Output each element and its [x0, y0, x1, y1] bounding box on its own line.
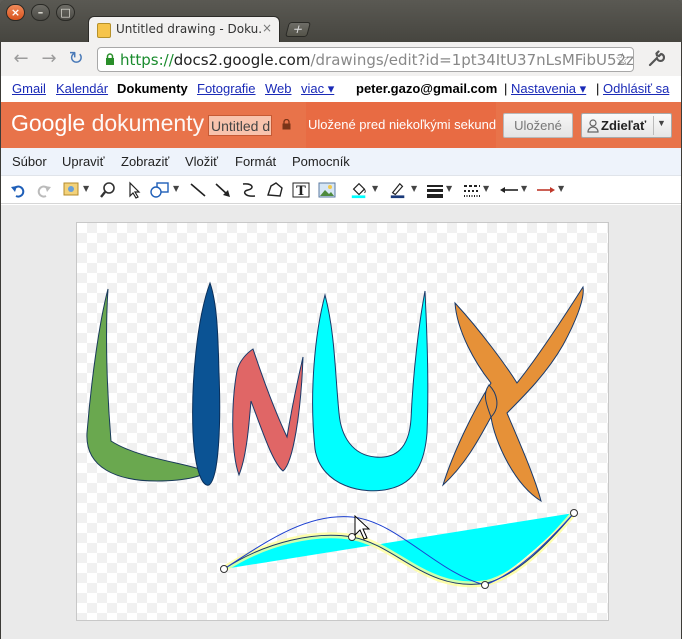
curve-fill-shape[interactable] — [224, 513, 574, 585]
drawing-toolbar: ▼ ▼ T ▼ ▼ ▼ ▼ ▼ ▼ — [1, 176, 681, 204]
share-divider — [653, 116, 654, 135]
select-arrow-icon[interactable] — [126, 181, 142, 199]
curve-handle[interactable] — [481, 581, 489, 589]
tab-title: Untitled drawing - Doku... — [116, 22, 261, 36]
gbar-link-signout[interactable]: Odhlásiť sa — [603, 81, 669, 96]
letter-l-shape[interactable] — [86, 288, 206, 482]
new-tab-button[interactable]: + — [284, 22, 312, 37]
undo-icon[interactable] — [10, 181, 26, 199]
arrow-icon[interactable] — [214, 181, 232, 199]
gbar-separator: | — [504, 81, 508, 96]
web-page: Gmail Kalendár Dokumenty Fotografie Web … — [1, 76, 681, 639]
document-title: Untitled d — [211, 118, 271, 134]
zoom-icon[interactable] — [99, 181, 117, 199]
bookmark-star-icon[interactable]: ☆ — [615, 50, 630, 70]
tab-close-icon[interactable]: × — [262, 21, 272, 35]
line-color-icon[interactable] — [388, 181, 408, 199]
menu-help[interactable]: Pomocník — [292, 154, 350, 169]
shape-icon[interactable] — [150, 181, 170, 199]
letter-i-shape[interactable] — [192, 281, 221, 486]
menu-insert[interactable]: Vložiť — [185, 154, 218, 169]
letter-n-shape[interactable] — [232, 348, 304, 477]
gbar-link-web[interactable]: Web — [265, 81, 292, 96]
menu-edit[interactable]: Upraviť — [62, 154, 104, 169]
polyline-icon[interactable] — [266, 181, 284, 199]
drawing-workspace — [1, 205, 681, 639]
line-dash-icon[interactable] — [463, 181, 481, 199]
address-bar[interactable]: https://docs2.google.com/drawings/edit?i… — [97, 47, 634, 72]
window-close-button[interactable]: × — [6, 4, 25, 21]
line-weight-icon[interactable] — [426, 181, 444, 199]
letter-x-shape[interactable] — [441, 285, 584, 503]
curve-handle[interactable] — [348, 533, 356, 541]
account-email: peter.gazo@gmail.com — [356, 81, 498, 96]
fill-color-icon[interactable] — [349, 181, 369, 199]
dropdown-arrow-icon[interactable]: ▼ — [521, 184, 527, 193]
gbar-separator: | — [596, 81, 600, 96]
browser-window: × – □ Untitled drawing - Doku... × + ← →… — [0, 0, 682, 639]
image-icon[interactable] — [318, 181, 336, 199]
share-button[interactable]: Zdieľať ▼ — [581, 113, 672, 138]
browser-tab[interactable]: Untitled drawing - Doku... × — [88, 16, 280, 43]
google-bar: Gmail Kalendár Dokumenty Fotografie Web … — [1, 76, 681, 102]
gbar-link-photos[interactable]: Fotografie — [197, 81, 256, 96]
curve-handle[interactable] — [570, 509, 578, 517]
dropdown-arrow-icon[interactable]: ▼ — [483, 184, 489, 193]
document-title-field[interactable]: Untitled d — [208, 115, 272, 136]
secure-lock-icon — [106, 53, 114, 65]
share-dropdown-icon[interactable]: ▼ — [657, 118, 666, 128]
menu-view[interactable]: Zobraziť — [121, 154, 169, 169]
svg-text:T: T — [296, 184, 306, 199]
reload-icon[interactable]: ↻ — [66, 49, 86, 69]
dropdown-arrow-icon[interactable]: ▼ — [83, 184, 89, 193]
drawing-favicon-icon — [97, 23, 111, 38]
docs-header: Google dokumenty Untitled d Uložené pred… — [1, 102, 681, 148]
redo-icon[interactable] — [36, 181, 52, 199]
google-docs-logo[interactable]: Google dokumenty — [11, 110, 204, 137]
dropdown-arrow-icon[interactable]: ▼ — [173, 184, 179, 193]
menu-file[interactable]: Súbor — [12, 154, 47, 169]
wrench-menu-icon[interactable] — [647, 50, 665, 68]
gbar-link-calendar[interactable]: Kalendár — [56, 81, 108, 96]
gbar-link-gmail[interactable]: Gmail — [12, 81, 46, 96]
menu-format[interactable]: Formát — [235, 154, 276, 169]
curve-icon[interactable] — [240, 181, 258, 199]
dropdown-arrow-icon[interactable]: ▼ — [372, 184, 378, 193]
menu-bar: Súbor Upraviť Zobraziť Vložiť Formát Pom… — [1, 148, 681, 176]
drawing-shapes[interactable] — [77, 223, 610, 622]
share-person-icon — [587, 119, 599, 133]
window-minimize-button[interactable]: – — [31, 4, 50, 21]
gbar-current-documents: Dokumenty — [117, 81, 188, 96]
letter-u-shape[interactable] — [312, 290, 429, 492]
gbar-link-settings[interactable]: Nastavenia ▾ — [511, 81, 586, 97]
line-icon[interactable] — [189, 181, 207, 199]
line-start-icon[interactable] — [499, 181, 519, 199]
drawing-canvas[interactable] — [76, 222, 609, 621]
curve-handle[interactable] — [220, 565, 228, 573]
image-select-icon[interactable] — [63, 181, 81, 199]
forward-arrow-icon[interactable]: → — [39, 49, 59, 69]
share-label: Zdieľať — [601, 118, 647, 133]
dropdown-arrow-icon[interactable]: ▼ — [446, 184, 452, 193]
private-lock-icon — [282, 119, 291, 130]
url-text: https://docs2.google.com/drawings/edit?i… — [120, 51, 634, 69]
dropdown-arrow-icon[interactable]: ▼ — [558, 184, 564, 193]
back-arrow-icon[interactable]: ← — [11, 49, 31, 69]
dropdown-arrow-icon[interactable]: ▼ — [411, 184, 417, 193]
gbar-link-more[interactable]: viac ▾ — [301, 81, 334, 97]
save-status: Uložené pred niekoľkými sekundami — [306, 102, 496, 148]
browser-toolbar: ← → ↻ https://docs2.google.com/drawings/… — [0, 42, 682, 76]
text-box-icon[interactable]: T — [292, 181, 310, 199]
saved-button[interactable]: Uložené — [503, 113, 573, 138]
browser-titlebar: × – □ Untitled drawing - Doku... × + — [0, 0, 682, 43]
window-maximize-button[interactable]: □ — [56, 4, 75, 21]
line-end-icon[interactable] — [536, 181, 556, 199]
